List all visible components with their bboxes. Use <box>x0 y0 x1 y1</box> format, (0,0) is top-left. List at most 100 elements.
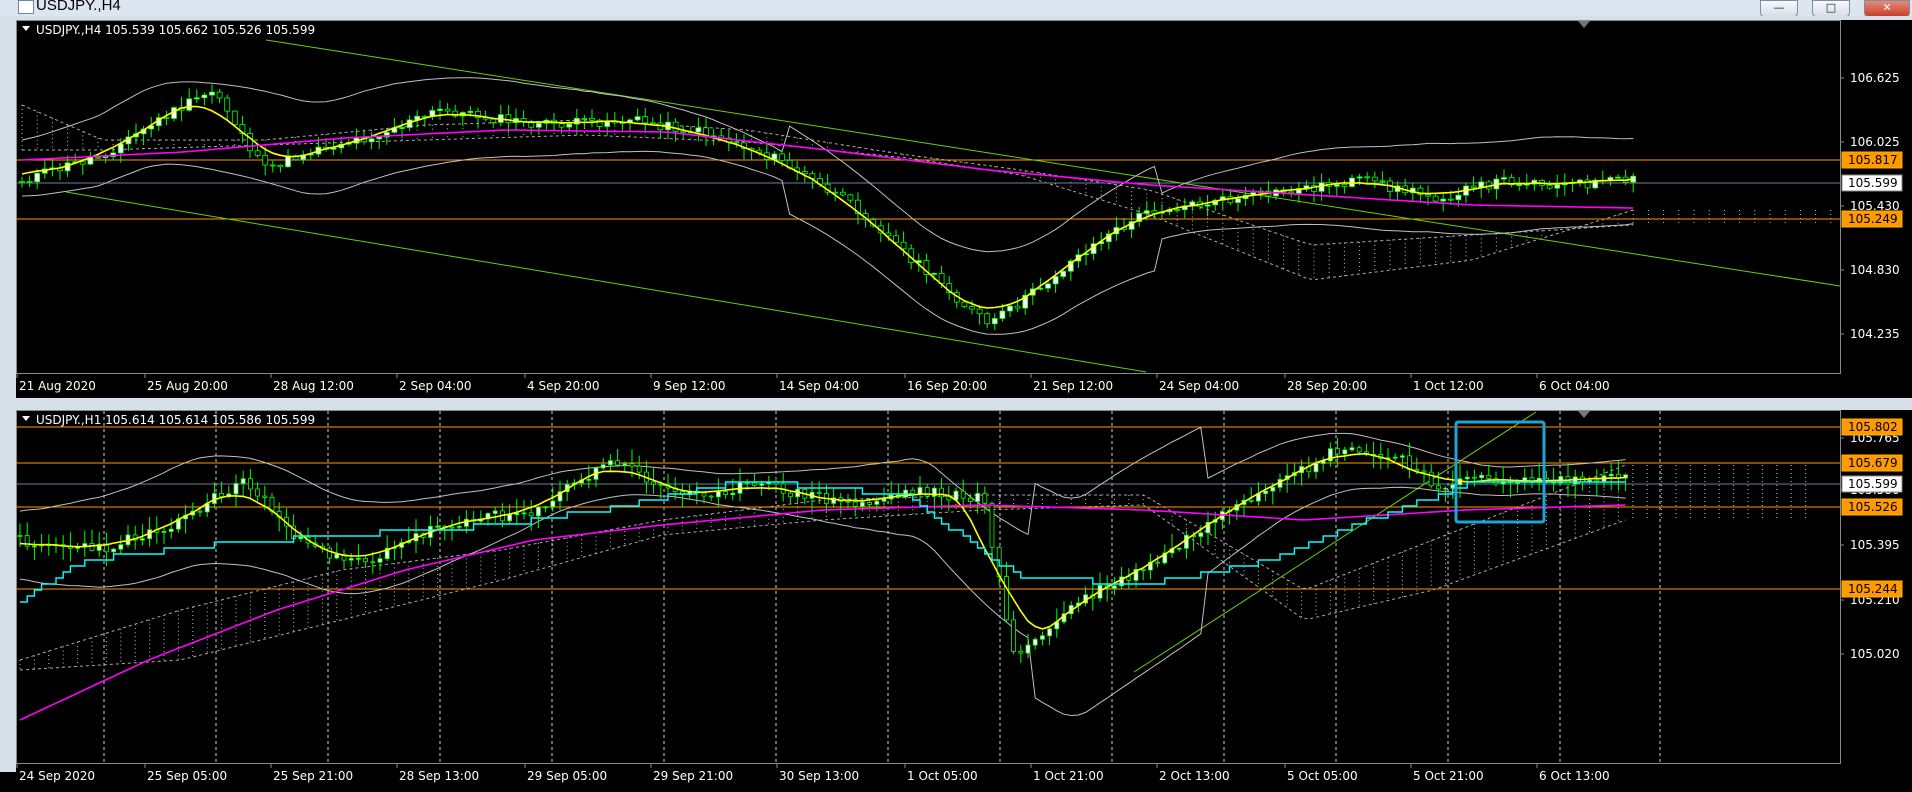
candle-body <box>779 153 785 161</box>
time-label: 28 Aug 12:00 <box>273 379 354 393</box>
terminal-window: USDJPY.,H4 — □ ✕ USDJPY.,H4 105.539 105.… <box>0 0 1912 788</box>
candle-body <box>845 500 851 503</box>
time-label: 21 Sep 12:00 <box>1033 379 1113 393</box>
candle-body <box>1112 585 1117 589</box>
price-label: 106.625 <box>1850 71 1900 85</box>
candle-body <box>240 478 246 484</box>
candle-body <box>377 558 383 563</box>
candle-body <box>26 181 33 183</box>
candle-body <box>95 156 101 159</box>
candle-body <box>1151 210 1158 214</box>
chart-header: USDJPY.,H1 105.614 105.614 105.586 105.5… <box>36 413 315 427</box>
candle-body <box>733 141 740 144</box>
h4-chart-panel[interactable]: USDJPY.,H4 105.539 105.662 105.526 105.5… <box>16 20 1912 398</box>
chart-window-icon <box>18 0 34 14</box>
candle-body <box>1516 184 1523 186</box>
time-label: 21 Aug 2020 <box>19 379 96 393</box>
candle-body <box>939 487 944 498</box>
candle-body <box>1443 487 1448 490</box>
candle-body <box>368 138 375 143</box>
candle-body <box>968 497 973 502</box>
candle-body <box>231 110 238 125</box>
time-label: 9 Sep 12:00 <box>653 379 725 393</box>
candle-body <box>31 545 37 548</box>
time-label: 29 Sep 05:00 <box>527 769 607 783</box>
time-label: 24 Sep 04:00 <box>1159 379 1239 393</box>
candle-body <box>1472 476 1477 479</box>
candle-body <box>376 136 383 140</box>
candle-body <box>1270 486 1276 492</box>
candle-body <box>900 241 907 250</box>
candle-body <box>759 483 764 486</box>
candle-body <box>581 117 588 120</box>
candle-body <box>444 108 451 112</box>
candle-body <box>1198 532 1204 537</box>
h1-chart[interactable]: USDJPY.,H1 105.614 105.614 105.586 105.5… <box>16 410 1912 788</box>
candle-body <box>723 491 728 496</box>
candle-body <box>1425 194 1431 197</box>
time-label: 25 Sep 21:00 <box>273 769 353 783</box>
candle-body <box>1126 576 1132 581</box>
candle-body <box>262 495 268 498</box>
minimize-button[interactable]: — <box>1760 0 1798 17</box>
candle-body <box>219 493 225 498</box>
candle-body <box>449 526 455 529</box>
marker-label: 105.599 <box>1848 176 1898 190</box>
candle-body <box>490 118 497 123</box>
candle-body <box>788 492 793 498</box>
candle-body <box>399 127 405 129</box>
candle-body <box>1400 455 1405 458</box>
candle-body <box>505 114 512 124</box>
maximize-button[interactable]: □ <box>1812 0 1850 17</box>
candle-body <box>117 143 124 154</box>
candle-body <box>589 117 595 121</box>
price-label: 104.235 <box>1850 327 1900 341</box>
candle-body <box>931 273 937 275</box>
candle-body <box>716 491 721 498</box>
time-label: 5 Oct 21:00 <box>1413 769 1484 783</box>
close-button[interactable]: ✕ <box>1864 0 1910 17</box>
candle-body <box>1432 195 1439 202</box>
candle-body <box>1479 474 1484 479</box>
candle-body <box>1004 576 1009 621</box>
price-label: 105.395 <box>1850 538 1900 552</box>
candle-body <box>111 548 116 553</box>
candle-body <box>976 308 983 315</box>
candle-body <box>801 171 808 175</box>
price-label: 105.020 <box>1850 647 1900 661</box>
candle-body <box>615 460 620 466</box>
candle-body <box>1478 181 1485 188</box>
candle-body <box>521 512 527 515</box>
candle-body <box>1313 463 1319 473</box>
time-label: 16 Sep 20:00 <box>907 379 987 393</box>
candle-body <box>1421 470 1427 473</box>
candle-body <box>1263 490 1268 495</box>
candle-body <box>1464 476 1470 480</box>
candle-body <box>989 502 995 548</box>
candle-body <box>1356 176 1363 179</box>
candle-body <box>254 150 261 156</box>
candle-body <box>839 191 846 196</box>
candle-body <box>658 483 664 486</box>
candle-body <box>456 525 462 528</box>
candle-body <box>1140 569 1146 571</box>
candle-body <box>1455 194 1462 201</box>
chart-frame: USDJPY.,H4 105.539 105.662 105.526 105.5… <box>0 16 1912 788</box>
candle-body <box>860 502 865 507</box>
candle-body <box>961 301 968 307</box>
candle-body <box>566 123 573 128</box>
candle-body <box>193 97 200 100</box>
candle-body <box>1428 471 1434 487</box>
candle-body <box>558 123 565 128</box>
candle-body <box>608 460 613 466</box>
candle-body <box>370 561 376 564</box>
marker-label: 105.679 <box>1848 456 1898 470</box>
title-bar[interactable]: USDJPY.,H4 — □ ✕ <box>0 0 1912 17</box>
candle-body <box>467 110 474 113</box>
candle-body <box>629 463 635 467</box>
time-label: 2 Sep 04:00 <box>399 379 471 393</box>
candle-body <box>334 553 340 559</box>
h1-chart-panel[interactable]: USDJPY.,H1 105.614 105.614 105.586 105.5… <box>16 410 1912 788</box>
h4-chart[interactable]: USDJPY.,H4 105.539 105.662 105.526 105.5… <box>16 20 1912 398</box>
candle-body <box>1155 561 1160 564</box>
